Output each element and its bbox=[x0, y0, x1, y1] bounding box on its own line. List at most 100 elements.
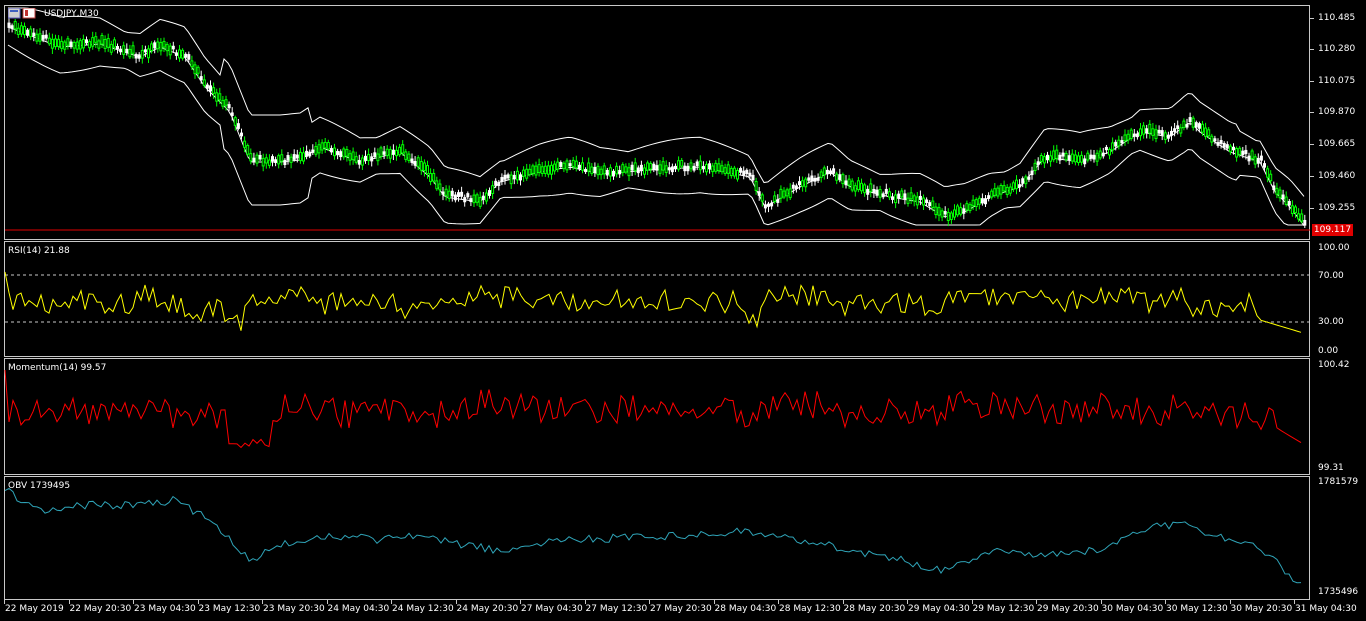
candle-body bbox=[267, 159, 271, 166]
candle-body bbox=[587, 162, 591, 172]
price-tick-mark bbox=[1310, 81, 1314, 82]
candle-body bbox=[1030, 170, 1034, 176]
price-tick: 109.460 bbox=[1318, 171, 1356, 181]
candle-body bbox=[813, 177, 817, 182]
rsi-line bbox=[4, 271, 1302, 333]
candle-body bbox=[342, 148, 346, 158]
rsi-tick: 30.00 bbox=[1318, 317, 1344, 327]
candle-body bbox=[1235, 148, 1239, 158]
candle-body bbox=[1173, 128, 1177, 133]
candle-body bbox=[1290, 205, 1294, 215]
candle-body bbox=[469, 198, 473, 203]
candle-body bbox=[1046, 154, 1049, 161]
time-tick-mark bbox=[391, 600, 392, 604]
candle-body bbox=[26, 29, 30, 36]
candle-body bbox=[900, 190, 904, 198]
candle-body bbox=[754, 181, 758, 191]
price-tick: 110.485 bbox=[1318, 13, 1356, 23]
time-tick: 30 May 12:30 bbox=[1166, 604, 1228, 614]
candle-body bbox=[1132, 133, 1136, 137]
candle-body bbox=[819, 171, 823, 178]
candle-body bbox=[732, 167, 736, 177]
symbol-icon[interactable] bbox=[8, 8, 38, 19]
candle-body bbox=[407, 153, 411, 161]
candle-body bbox=[1145, 128, 1149, 134]
candle-body bbox=[878, 188, 882, 198]
candle-body bbox=[770, 202, 774, 207]
candle-body bbox=[125, 48, 129, 53]
candle-body bbox=[308, 151, 312, 157]
rsi-tick: 0.00 bbox=[1318, 346, 1339, 356]
candle-body bbox=[1139, 128, 1142, 137]
candle-body bbox=[264, 157, 268, 164]
candle-body bbox=[751, 174, 755, 181]
candle-body bbox=[472, 194, 476, 204]
candle-body bbox=[804, 178, 808, 188]
candle-body bbox=[590, 166, 594, 174]
time-tick: 31 May 04:30 bbox=[1295, 604, 1357, 614]
candle-body bbox=[165, 43, 169, 52]
candle-body bbox=[953, 209, 956, 218]
candle-body bbox=[218, 93, 222, 101]
candle-body bbox=[336, 150, 340, 156]
candle-body bbox=[822, 167, 826, 176]
candle-body bbox=[847, 178, 851, 186]
candle-body bbox=[643, 167, 646, 175]
candle-body bbox=[1287, 201, 1291, 206]
candle-body bbox=[562, 162, 566, 170]
candle-body bbox=[723, 167, 727, 175]
time-tick-mark bbox=[842, 600, 844, 604]
candle-body bbox=[422, 162, 426, 172]
candle-body bbox=[13, 21, 17, 30]
candle-body bbox=[221, 99, 225, 107]
price-tick: 109.255 bbox=[1318, 203, 1356, 213]
candle-body bbox=[1086, 152, 1090, 161]
candle-body bbox=[698, 160, 702, 171]
candle-body bbox=[987, 195, 991, 199]
candle-body bbox=[404, 151, 408, 160]
symbol-label: USDJPY,M30 bbox=[44, 9, 99, 19]
time-tick: 22 May 20:30 bbox=[69, 604, 132, 614]
candle-body bbox=[956, 205, 960, 216]
candle-body bbox=[106, 38, 110, 48]
candle-body bbox=[984, 198, 987, 205]
candle-body bbox=[1176, 125, 1180, 130]
candle-body bbox=[91, 37, 95, 47]
candle-body bbox=[568, 163, 572, 167]
candle-body bbox=[230, 112, 234, 117]
candle-body bbox=[171, 45, 175, 50]
candle-body bbox=[1232, 146, 1235, 151]
candle-body bbox=[413, 160, 417, 166]
candle-body bbox=[1170, 130, 1173, 136]
candle-body bbox=[736, 169, 739, 180]
candle-body bbox=[348, 153, 352, 161]
candle-body bbox=[460, 191, 464, 197]
candle-body bbox=[19, 25, 23, 35]
candle-body bbox=[1225, 144, 1229, 149]
candle-body bbox=[1067, 155, 1071, 161]
candle-body bbox=[571, 159, 575, 168]
price-tick-mark bbox=[1310, 49, 1314, 50]
candle-body bbox=[187, 54, 191, 60]
time-tick: 29 May 12:30 bbox=[972, 604, 1035, 614]
candle-body bbox=[884, 188, 888, 194]
candle-body bbox=[444, 188, 448, 196]
candle-body bbox=[612, 170, 615, 177]
candle-body bbox=[1042, 156, 1046, 164]
candle-body bbox=[782, 190, 786, 198]
candle-body bbox=[1253, 156, 1257, 165]
price-tick: 110.280 bbox=[1318, 44, 1356, 54]
candle-body bbox=[1222, 142, 1226, 148]
candle-body bbox=[599, 168, 603, 176]
candle-body bbox=[977, 197, 981, 205]
candle-body bbox=[971, 199, 975, 207]
candle-body bbox=[463, 197, 467, 203]
candle-body bbox=[395, 149, 398, 157]
candle-body bbox=[295, 154, 299, 159]
candle-body bbox=[156, 41, 160, 50]
candle-body bbox=[339, 151, 343, 158]
candle-body bbox=[277, 155, 281, 165]
candle-body bbox=[860, 182, 863, 192]
candle-body bbox=[605, 169, 609, 176]
candle-body bbox=[940, 210, 944, 218]
